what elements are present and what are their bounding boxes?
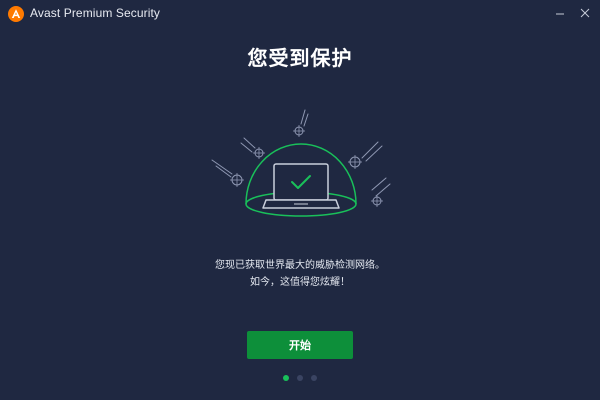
description: 您现已获取世界最大的威胁检测网络。 如今，这值得您炫耀！ xyxy=(0,257,600,291)
avast-logo-icon xyxy=(8,6,24,22)
page-dot-2[interactable] xyxy=(297,375,303,381)
start-button[interactable]: 开始 xyxy=(247,331,353,359)
minimize-icon xyxy=(556,13,564,15)
close-icon xyxy=(580,8,590,18)
page-dot-3[interactable] xyxy=(311,375,317,381)
page-indicator xyxy=(0,375,600,385)
app-title: Avast Premium Security xyxy=(30,6,161,20)
description-line-1: 您现已获取世界最大的威胁检测网络。 xyxy=(215,260,385,271)
close-button[interactable] xyxy=(574,4,596,22)
protection-illustration xyxy=(211,109,391,217)
minimize-button[interactable] xyxy=(549,4,571,22)
title-bar: Avast Premium Security xyxy=(0,0,600,28)
description-line-2: 如今，这值得您炫耀！ xyxy=(250,277,350,288)
page-dot-1[interactable] xyxy=(283,375,289,381)
page-title: 您受到保护 xyxy=(247,46,353,70)
